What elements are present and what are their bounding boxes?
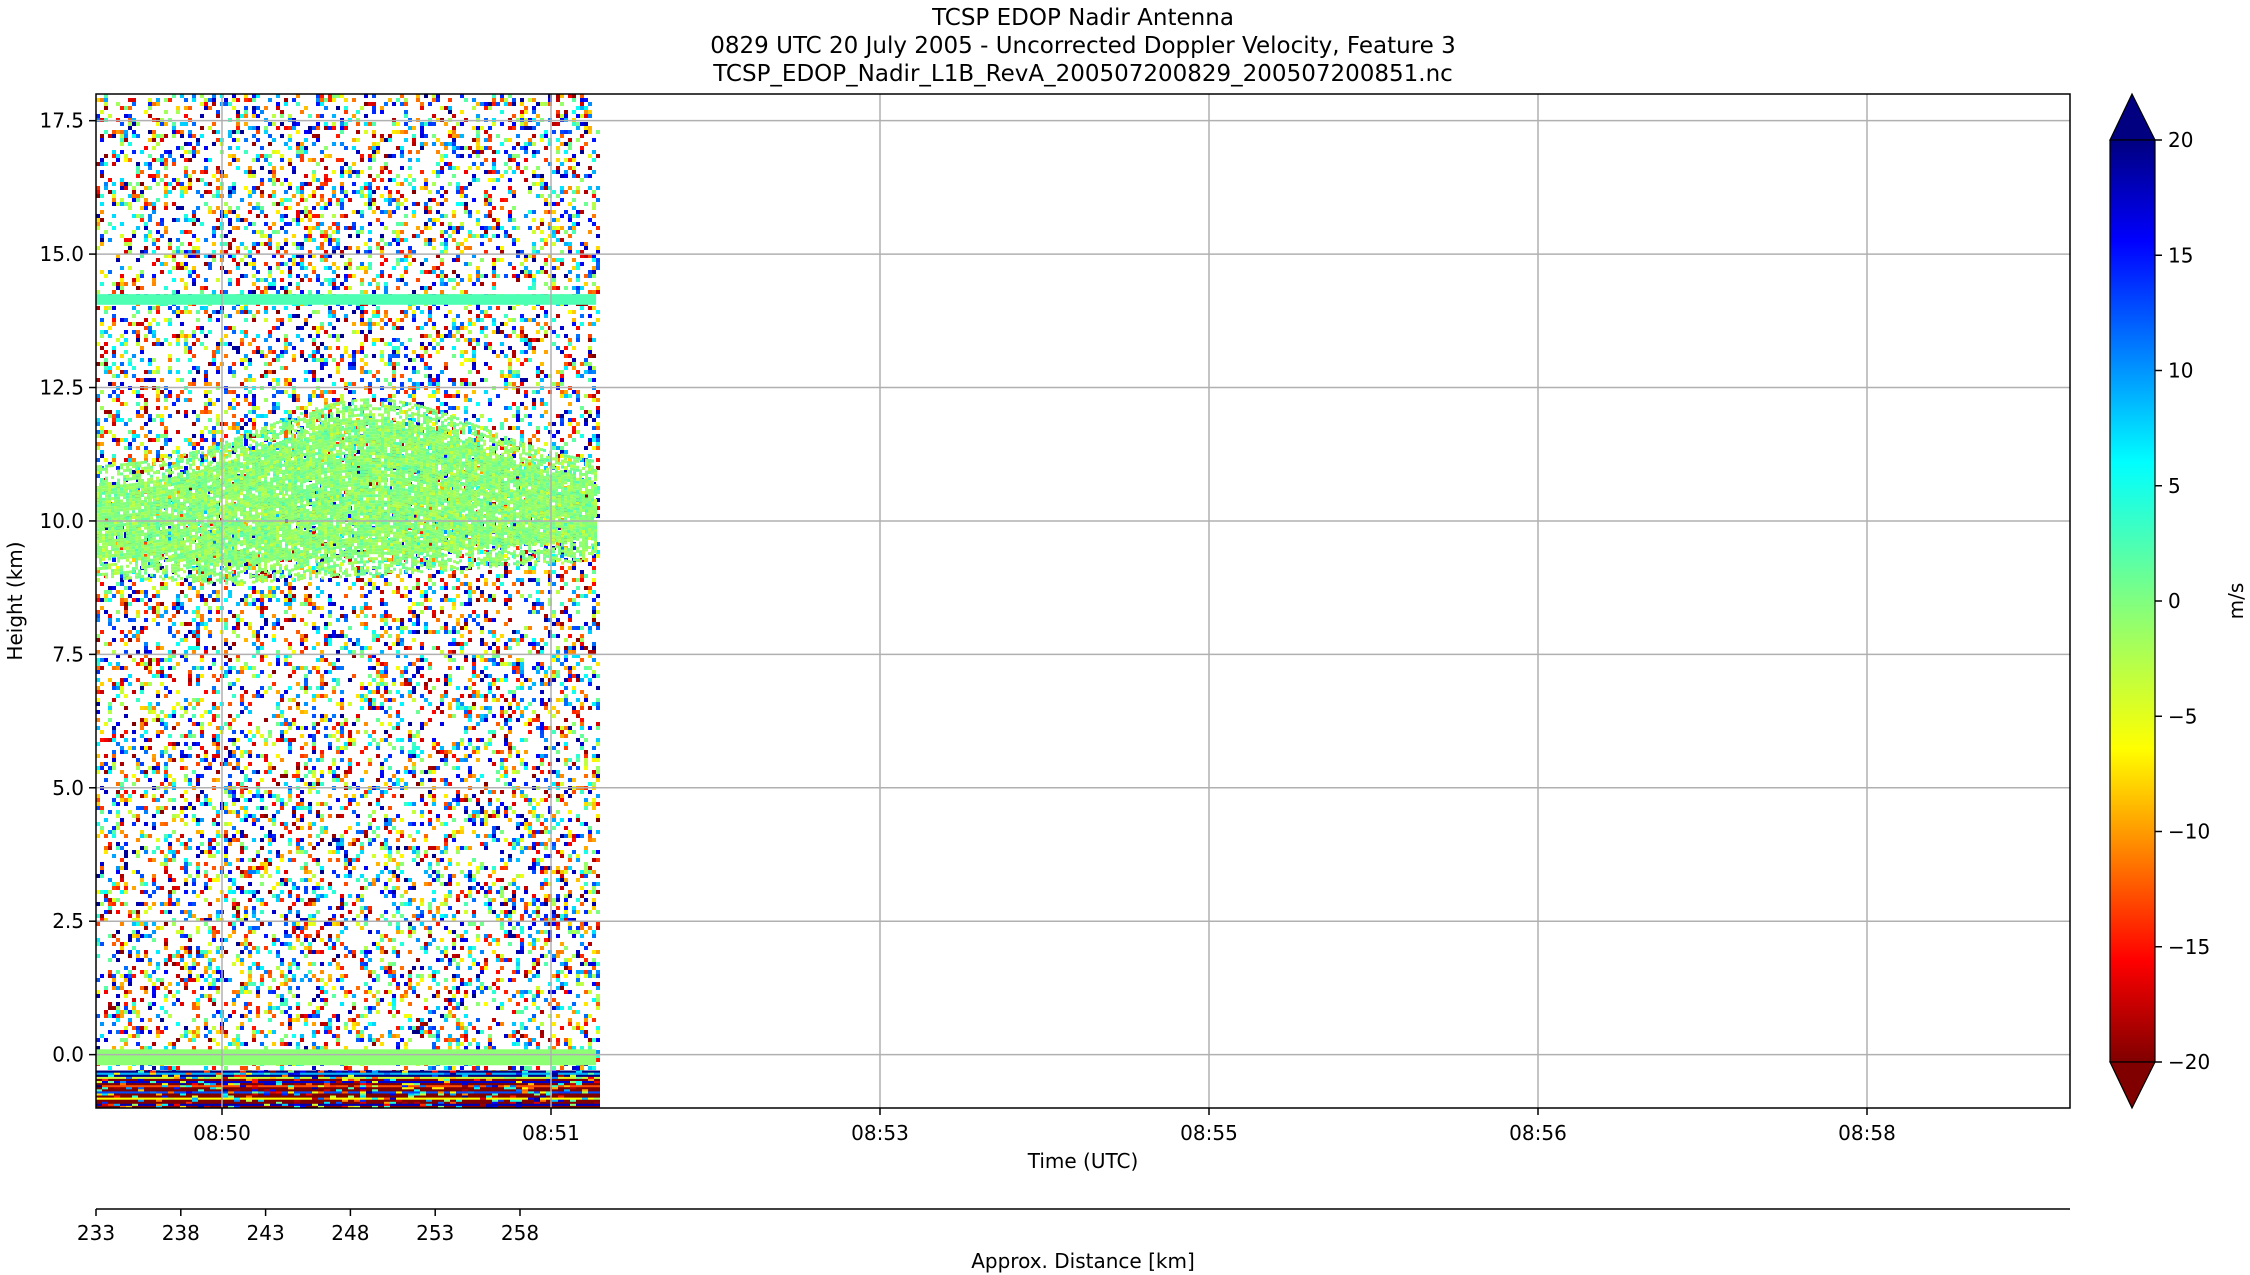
chart-title-line-1: TCSP EDOP Nadir Antenna: [931, 5, 1234, 31]
distance-tick-label: 243: [247, 1221, 285, 1245]
colorbar-tick-label: 20: [2168, 128, 2193, 152]
x-tick-label: 08:56: [1509, 1121, 1567, 1145]
distance-tick-label: 258: [501, 1221, 539, 1245]
distance-tick-label: 238: [162, 1221, 200, 1245]
x-tick-label: 08:51: [522, 1121, 580, 1145]
plot-area: [96, 94, 2070, 1108]
colorbar-tick-label: 0: [2168, 589, 2181, 613]
colorbar-tick-label: −15: [2168, 935, 2210, 959]
colorbar-label: m/s: [2224, 583, 2248, 620]
distance-tick-label: 233: [77, 1221, 115, 1245]
colorbar-tick-label: 5: [2168, 474, 2181, 498]
near-surface-band: [96, 1049, 597, 1066]
x-tick-label: 08:50: [193, 1121, 251, 1145]
y-axis: 0.0 2.5 5.0 7.5 10.0 12.5 15.0 17.5: [39, 109, 96, 1067]
chart-title-line-3: TCSP_EDOP_Nadir_L1B_RevA_200507200829_20…: [712, 61, 1453, 87]
y-axis-label: Height (km): [3, 541, 27, 660]
y-tick-label: 10.0: [39, 509, 84, 533]
colorbar: 20 15 10 5 0 −5 −10 −15 −20 m/s: [2109, 92, 2248, 1110]
y-tick-label: 2.5: [52, 909, 84, 933]
figure: TCSP EDOP Nadir Antenna 0829 UTC 20 July…: [3, 5, 2248, 1273]
thin-layer: [96, 294, 597, 305]
y-tick-label: 7.5: [52, 642, 84, 666]
colorbar-gradient: [2109, 139, 2156, 1063]
x-tick-label: 08:55: [1180, 1121, 1238, 1145]
y-tick-label: 17.5: [39, 109, 84, 133]
colorbar-tick-label: 10: [2168, 359, 2193, 383]
y-tick-label: 12.5: [39, 376, 84, 400]
colorbar-tick-label: 15: [2168, 243, 2193, 267]
x-axis: 08:50 08:51 08:53 08:55 08:56 08:58: [193, 1108, 1896, 1145]
colorbar-tick-label: −20: [2168, 1050, 2210, 1074]
chart-title-line-2: 0829 UTC 20 July 2005 - Uncorrected Dopp…: [710, 33, 1455, 59]
y-tick-label: 0.0: [52, 1043, 84, 1067]
colorbar-extend-bottom: [2109, 1061, 2156, 1110]
surface-stripes: [96, 1070, 600, 1108]
colorbar-ticks: 20 15 10 5 0 −5 −10 −15 −20: [2155, 128, 2210, 1074]
x-tick-label: 08:53: [851, 1121, 909, 1145]
y-tick-label: 15.0: [39, 242, 84, 266]
distance-axis: 233 238 243 248 253 258: [77, 1209, 539, 1245]
colorbar-extend-top: [2109, 92, 2156, 141]
distance-tick-label: 253: [416, 1221, 454, 1245]
colorbar-tick-label: −5: [2168, 704, 2197, 728]
colorbar-tick-label: −10: [2168, 820, 2210, 844]
x-axis-label: Time (UTC): [1027, 1149, 1139, 1173]
distance-tick-label: 248: [331, 1221, 369, 1245]
distance-axis-label: Approx. Distance [km]: [971, 1249, 1195, 1273]
x-tick-label: 08:58: [1838, 1121, 1896, 1145]
y-tick-label: 5.0: [52, 776, 84, 800]
